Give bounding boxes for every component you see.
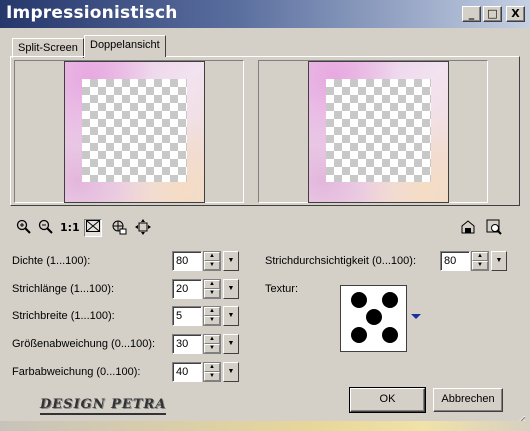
- size-variation-label: Größenabweichung (0...100):: [12, 338, 156, 350]
- up-arrow-icon[interactable]: ▲: [204, 307, 220, 316]
- proof-icon[interactable]: [459, 219, 477, 237]
- stroke-width-field[interactable]: 5: [172, 306, 202, 326]
- tab-doppelansicht[interactable]: Doppelansicht: [84, 35, 166, 57]
- dropdown-arrow-icon[interactable]: ▼: [223, 251, 239, 271]
- up-arrow-icon[interactable]: ▲: [204, 252, 220, 261]
- dropdown-arrow-icon[interactable]: ▼: [223, 279, 239, 299]
- down-arrow-icon[interactable]: ▼: [472, 261, 488, 270]
- dropdown-arrow-icon[interactable]: ▼: [223, 362, 239, 382]
- dropdown-arrow-icon[interactable]: ▼: [223, 306, 239, 326]
- stroke-opacity-field[interactable]: 80: [440, 251, 470, 271]
- texture-swatch[interactable]: [340, 285, 407, 352]
- window-title: Impressionistisch: [6, 3, 178, 23]
- stroke-length-label: Strichlänge (1...100):: [12, 283, 115, 295]
- up-arrow-icon[interactable]: ▲: [472, 252, 488, 261]
- texture-dropdown-arrow-icon[interactable]: [411, 314, 421, 319]
- preview-before-image[interactable]: [64, 61, 205, 203]
- cancel-button[interactable]: Abbrechen: [433, 388, 503, 412]
- up-arrow-icon[interactable]: ▲: [204, 280, 220, 289]
- down-arrow-icon[interactable]: ▼: [204, 344, 220, 353]
- maximize-button[interactable]: □: [483, 6, 502, 22]
- density-field[interactable]: 80: [172, 251, 202, 271]
- preview-after-image[interactable]: [308, 61, 449, 203]
- pan-icon[interactable]: [134, 219, 152, 237]
- stroke-opacity-stepper[interactable]: 80 ▲ ▼ ▼: [440, 251, 507, 271]
- density-stepper[interactable]: 80 ▲ ▼ ▼: [172, 251, 239, 271]
- stroke-width-stepper[interactable]: 5 ▲ ▼ ▼: [172, 306, 239, 326]
- title-bar[interactable]: Impressionistisch _ □ X: [0, 0, 530, 28]
- background-strip: [0, 421, 530, 431]
- size-variation-stepper[interactable]: 30 ▲ ▼ ▼: [172, 334, 239, 354]
- preview-zoom-icon[interactable]: [485, 219, 503, 237]
- minimize-button[interactable]: _: [462, 6, 481, 22]
- ok-button[interactable]: OK: [349, 387, 426, 413]
- zoom-out-icon[interactable]: [37, 219, 55, 237]
- zoom-in-icon[interactable]: [15, 219, 33, 237]
- tab-split-screen[interactable]: Split-Screen: [12, 38, 84, 58]
- stroke-length-field[interactable]: 20: [172, 279, 202, 299]
- texture-label: Textur:: [265, 283, 299, 295]
- up-arrow-icon[interactable]: ▲: [204, 335, 220, 344]
- logo: DESIGN PETRA: [40, 397, 167, 415]
- fit-to-window-icon[interactable]: [84, 219, 102, 237]
- dropdown-arrow-icon[interactable]: ▼: [491, 251, 507, 271]
- up-arrow-icon[interactable]: ▲: [204, 363, 220, 372]
- size-variation-field[interactable]: 30: [172, 334, 202, 354]
- navigate-icon[interactable]: [110, 219, 128, 237]
- down-arrow-icon[interactable]: ▼: [204, 316, 220, 325]
- color-variation-label: Farbabweichung (0...100):: [12, 366, 141, 378]
- color-variation-field[interactable]: 40: [172, 362, 202, 382]
- close-button[interactable]: X: [506, 6, 525, 22]
- color-variation-stepper[interactable]: 40 ▲ ▼ ▼: [172, 362, 239, 382]
- actual-size-button[interactable]: 1:1: [60, 219, 80, 237]
- stroke-length-stepper[interactable]: 20 ▲ ▼ ▼: [172, 279, 239, 299]
- stroke-width-label: Strichbreite (1...100):: [12, 310, 115, 322]
- stroke-opacity-label: Strichdurchsichtigkeit (0...100):: [265, 255, 417, 267]
- down-arrow-icon[interactable]: ▼: [204, 289, 220, 298]
- down-arrow-icon[interactable]: ▼: [204, 372, 220, 381]
- density-label: Dichte (1...100):: [12, 255, 91, 267]
- dropdown-arrow-icon[interactable]: ▼: [223, 334, 239, 354]
- down-arrow-icon[interactable]: ▼: [204, 261, 220, 270]
